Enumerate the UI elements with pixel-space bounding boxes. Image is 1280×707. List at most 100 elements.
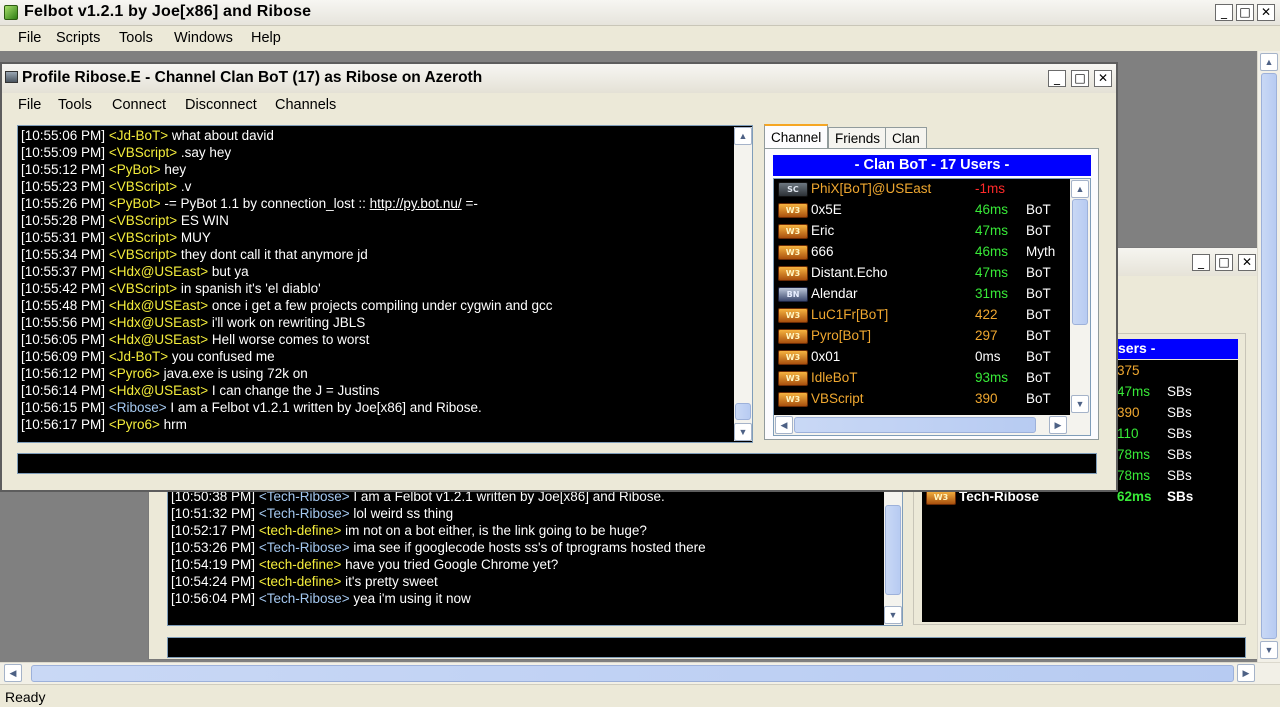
user-ping: 46ms xyxy=(975,244,1009,259)
user-name: 666 xyxy=(811,244,834,259)
menu-windows[interactable]: Windows xyxy=(174,30,233,46)
mdi-scroll-right-button[interactable]: ▶ xyxy=(1237,664,1255,682)
user-list-scroll-up-button[interactable]: ▲ xyxy=(1071,180,1089,198)
tab-channel[interactable]: Channel xyxy=(764,124,829,150)
bg-chat-scroll-thumb[interactable] xyxy=(885,505,901,595)
profile-menu-disconnect[interactable]: Disconnect xyxy=(185,97,257,113)
user-row[interactable]: W3 IdleBoT 93ms BoT xyxy=(774,368,1070,389)
chat-link[interactable]: http://py.bot.nu/ xyxy=(370,196,462,211)
chat-scroll-up-button[interactable]: ▲ xyxy=(734,127,752,145)
bg-maximize-button[interactable]: □ xyxy=(1215,254,1233,271)
user-ping: 390 xyxy=(1117,405,1140,420)
user-name: Pyro[BoT] xyxy=(811,328,872,343)
user-list-vscrollbar[interactable]: ▲ ▼ xyxy=(1070,179,1090,415)
profile-menu-channels[interactable]: Channels xyxy=(275,97,336,113)
user-row[interactable]: W3 VBScript 390 BoT xyxy=(774,389,1070,410)
user-row[interactable]: W3 LuC1Fr[BoT] 422 BoT xyxy=(774,305,1070,326)
chat-username: <Jd-BoT> xyxy=(108,128,169,143)
user-client: BoT xyxy=(1026,349,1051,364)
user-client: SBs xyxy=(1167,405,1192,420)
chat-line: [10:56:17 PM] <Pyro6> hrm xyxy=(21,417,187,432)
tab-clan[interactable]: Clan xyxy=(885,127,927,149)
menu-tools[interactable]: Tools xyxy=(119,30,153,46)
menu-scripts[interactable]: Scripts xyxy=(56,30,100,46)
chat-log[interactable]: [10:56:17 PM] <Pyro6> hrm [10:56:15 PM] <… xyxy=(17,125,753,443)
chat-message: hrm xyxy=(159,417,187,432)
mdi-horizontal-scrollbar[interactable]: ◀ ▶ xyxy=(0,662,1280,684)
user-row[interactable]: W3 0x5E 46ms BoT xyxy=(774,200,1070,221)
user-ping: 297 xyxy=(975,328,998,343)
chat-message: what about david xyxy=(168,128,274,143)
chat-timestamp: [10:56:04 PM] xyxy=(171,591,256,606)
app-maximize-button[interactable]: □ xyxy=(1236,4,1254,21)
user-list-hscrollbar[interactable]: ◀ ▶ xyxy=(774,415,1090,435)
bg-chat-scroll-down-button[interactable]: ▼ xyxy=(884,606,902,624)
user-client: BoT xyxy=(1026,307,1051,322)
mdi-scroll-down-button[interactable]: ▼ xyxy=(1260,641,1278,659)
message-input[interactable] xyxy=(17,453,1097,474)
chat-message: .v xyxy=(177,179,192,194)
bg-chat-log[interactable]: [10:56:04 PM] <Tech-Ribose> yea i'm usin… xyxy=(167,486,903,626)
bg-minimize-button[interactable]: _ xyxy=(1192,254,1210,271)
user-list-scroll-down-button[interactable]: ▼ xyxy=(1071,395,1089,413)
user-ping: 47ms xyxy=(975,223,1009,238)
mdi-hscroll-thumb[interactable] xyxy=(31,665,1234,682)
user-name: Eric xyxy=(811,223,835,238)
mdi-vertical-scrollbar[interactable]: ▲ ▼ xyxy=(1257,51,1280,662)
chat-username: <PyBot> xyxy=(108,162,161,177)
bg-chat-scrollbar[interactable]: ▼ xyxy=(884,487,902,625)
user-ping: 93ms xyxy=(975,370,1009,385)
chat-message: java.exe is using 72k on xyxy=(159,366,308,381)
app-close-button[interactable]: ✕ xyxy=(1257,4,1275,21)
user-panel: - Clan BoT - 17 Users - W3 VBScript 390 BoT… xyxy=(764,148,1099,440)
user-client: SBs xyxy=(1167,447,1192,462)
user-list-hscroll-thumb[interactable] xyxy=(794,417,1036,433)
profile-menu-tools[interactable]: Tools xyxy=(58,97,92,113)
chat-username: <Pyro6> xyxy=(108,417,160,432)
user-row[interactable]: W3 666 46ms Myth xyxy=(774,242,1070,263)
user-list-scroll-right-button[interactable]: ▶ xyxy=(1049,416,1067,434)
chat-username: <VBScript> xyxy=(108,145,178,160)
user-row[interactable]: W3 Pyro[BoT] 297 BoT xyxy=(774,326,1070,347)
user-client: SBs xyxy=(1167,384,1192,399)
app-titlebar[interactable]: Felbot v1.2.1 by Joe[x86] and Ribose _ □… xyxy=(0,0,1280,26)
bg-close-button[interactable]: ✕ xyxy=(1238,254,1256,271)
mdi-scroll-up-button[interactable]: ▲ xyxy=(1260,53,1278,71)
status-bar: Ready xyxy=(0,684,1280,707)
user-list-scroll-left-button[interactable]: ◀ xyxy=(775,416,793,434)
warcraft3-icon: W3 xyxy=(778,203,808,218)
chat-scroll-thumb[interactable] xyxy=(735,403,751,420)
user-row[interactable]: W3 Eric 47ms BoT xyxy=(774,221,1070,242)
chat-username: <PyBot> xyxy=(108,196,161,211)
warcraft3-icon: W3 xyxy=(926,490,956,505)
menu-help[interactable]: Help xyxy=(251,30,281,46)
chat-timestamp: [10:56:09 PM] xyxy=(21,349,106,364)
user-row[interactable]: W3 Distant.Echo 47ms BoT xyxy=(774,263,1070,284)
chat-timestamp: [10:55:48 PM] xyxy=(21,298,106,313)
chat-timestamp: [10:55:09 PM] xyxy=(21,145,106,160)
chat-scrollbar[interactable]: ▲ ▼ xyxy=(734,127,752,441)
tab-friends[interactable]: Friends xyxy=(828,127,888,149)
channel-user-list[interactable]: W3 VBScript 390 BoT W3 IdleBoT 93ms BoT W3 0x01 0m… xyxy=(773,178,1091,436)
profile-close-button[interactable]: ✕ xyxy=(1094,70,1112,87)
profile-menu-connect[interactable]: Connect xyxy=(112,97,166,113)
user-name: PhiX[BoT]@USEast xyxy=(811,181,932,196)
chat-username: <Ribose> xyxy=(108,400,167,415)
user-ping: 390 xyxy=(975,391,998,406)
app-minimize-button[interactable]: _ xyxy=(1215,4,1233,21)
menu-file[interactable]: File xyxy=(18,30,41,46)
user-row[interactable]: BN Alendar 31ms BoT xyxy=(774,284,1070,305)
user-list-scroll-thumb[interactable] xyxy=(1072,199,1088,325)
profile-menu-file[interactable]: File xyxy=(18,97,41,113)
bg-message-input[interactable] xyxy=(167,637,1246,658)
mdi-vscroll-thumb[interactable] xyxy=(1261,73,1277,639)
user-row[interactable]: SC PhiX[BoT]@USEast -1ms xyxy=(774,179,1070,200)
chat-username: <VBScript> xyxy=(108,230,178,245)
profile-maximize-button[interactable]: □ xyxy=(1071,70,1089,87)
profile-window-titlebar[interactable]: Profile Ribose.E - Channel Clan BoT (17)… xyxy=(2,64,1116,93)
user-row[interactable]: W3 0x01 0ms BoT xyxy=(774,347,1070,368)
profile-minimize-button[interactable]: _ xyxy=(1048,70,1066,87)
chat-scroll-down-button[interactable]: ▼ xyxy=(734,423,752,441)
profile-window[interactable]: Profile Ribose.E - Channel Clan BoT (17)… xyxy=(0,62,1118,492)
mdi-scroll-left-button[interactable]: ◀ xyxy=(4,664,22,682)
